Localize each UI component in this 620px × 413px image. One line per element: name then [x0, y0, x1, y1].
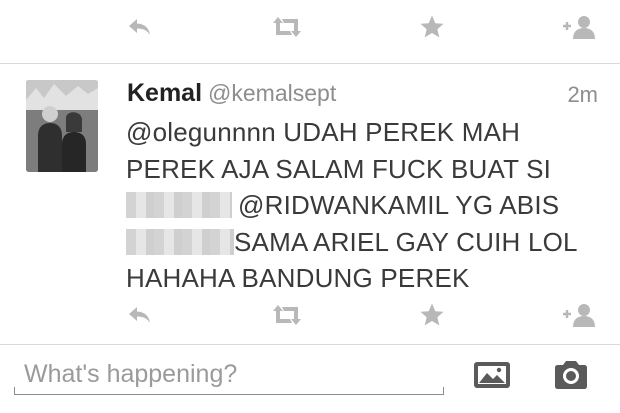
camera-icon[interactable]	[551, 359, 591, 391]
tweet-line: @olegunnnn UDAH PEREK MAH	[126, 117, 521, 147]
add-user-icon[interactable]	[560, 14, 600, 40]
retweet-icon[interactable]	[270, 14, 304, 40]
previous-tweet-actions	[0, 6, 620, 46]
tweet-line: HAHAHA BANDUNG PEREK	[126, 263, 470, 293]
compose-bar	[0, 344, 620, 413]
input-underline-cap	[14, 387, 15, 395]
avatar[interactable]	[26, 80, 98, 172]
tweet[interactable]: Kemal @kemalsept 2m @olegunnnn UDAH PEREK…	[0, 64, 620, 344]
redacted-text	[126, 192, 232, 218]
reply-icon[interactable]	[126, 302, 154, 328]
tweet-line: @RIDWANKAMIL YG ABIS	[126, 187, 596, 224]
tweet-author[interactable]: Kemal @kemalsept	[127, 79, 336, 109]
tweet-actions	[0, 294, 620, 334]
timestamp: 2m	[567, 82, 598, 107]
tweet-line: SAMA ARIEL GAY CUIH LOL	[126, 224, 596, 261]
reply-icon[interactable]	[126, 14, 154, 40]
star-icon[interactable]	[418, 302, 446, 328]
tweet-line: PEREK AJA SALAM FUCK BUAT SI	[126, 153, 552, 184]
tweet-text: @olegunnnn UDAH PEREK MAH PEREK AJA SALA…	[126, 114, 596, 297]
image-icon[interactable]	[472, 359, 512, 391]
input-underline	[14, 394, 444, 395]
add-user-icon[interactable]	[560, 302, 600, 328]
input-underline-cap	[443, 387, 444, 395]
star-icon[interactable]	[418, 14, 446, 40]
author-name[interactable]: Kemal	[127, 79, 202, 107]
retweet-icon[interactable]	[270, 302, 304, 328]
redacted-text	[126, 228, 234, 255]
author-handle[interactable]: @kemalsept	[208, 80, 336, 106]
compose-field[interactable]	[14, 357, 444, 397]
compose-input[interactable]	[14, 357, 444, 391]
